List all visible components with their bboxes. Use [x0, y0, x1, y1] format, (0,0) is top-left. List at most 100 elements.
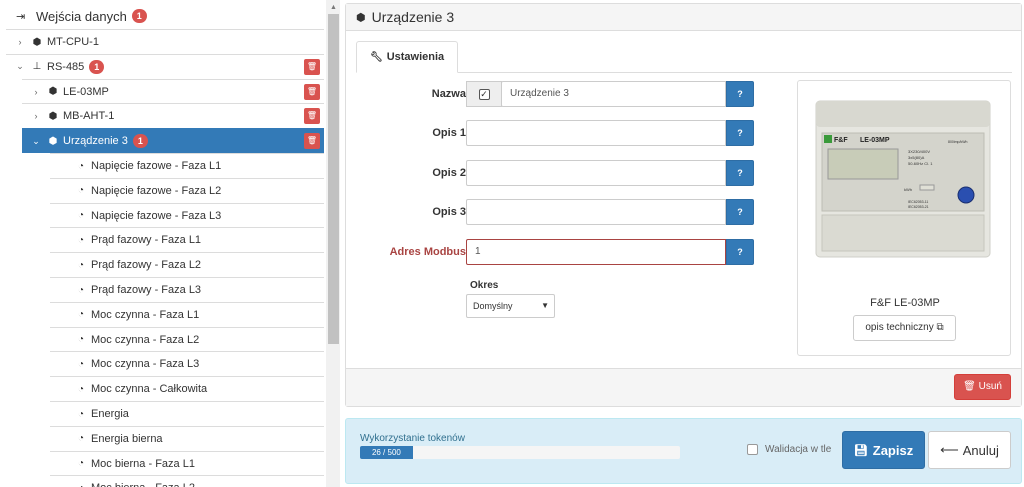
tree-item-label: Energia bierna — [91, 432, 163, 445]
cube-icon: ⬢ — [356, 11, 366, 24]
trash-icon[interactable]: 🗑︎ — [304, 133, 320, 150]
trash-icon: 🗑︎ — [963, 381, 976, 392]
meter-brand: F&F — [834, 137, 848, 144]
delete-device-label: Usuń — [978, 381, 1002, 392]
tree-item-label: RS-485 — [47, 60, 85, 73]
device-image-card: F&F LE-03MP 3X230/400V 3x5(80)A 50-60Hz … — [797, 80, 1011, 356]
tab-ustawienia-label: Ustawienia — [386, 51, 445, 63]
trash-icon[interactable]: 🗑︎ — [304, 83, 320, 100]
meter-unit: kWh — [904, 187, 912, 192]
field-row-opis-3: Opis 3 ? — [346, 199, 766, 225]
chevron-down-icon[interactable]: ⌄ — [14, 61, 26, 72]
tree-item-label: Prąd fazowy - Faza L1 — [91, 234, 202, 247]
delete-device-button[interactable]: 🗑︎ Usuń — [954, 374, 1011, 400]
nazwa-help-button[interactable]: ? — [726, 81, 754, 107]
adres-modbus-help-button[interactable]: ? — [726, 239, 754, 265]
tree-item[interactable]: ◔ Prąd fazowy - Faza L1 — [50, 227, 324, 253]
tree-item-label: Moc czynna - Faza L2 — [91, 333, 200, 346]
gauge-icon: ◔ — [77, 259, 85, 271]
meter-spec-line-2: 3x5(80)A — [908, 155, 925, 160]
tree-item-label: Napięcie fazowe - Faza L2 — [91, 184, 222, 197]
tree-item[interactable]: ◔ Moc czynna - Faza L2 — [50, 326, 324, 352]
trash-icon[interactable]: 🗑︎ — [304, 58, 320, 75]
tree-item[interactable]: › ⬢ MB-AHT-1 🗑︎ — [22, 103, 324, 129]
gauge-icon: ◔ — [77, 408, 85, 420]
tab-ustawienia[interactable]: 🔧︎ Ustawienia — [356, 41, 459, 73]
tree-item-label: Moc czynna - Całkowita — [91, 383, 208, 396]
tree-item[interactable]: › ⬢ LE-03MP 🗑︎ — [22, 78, 324, 104]
cancel-button[interactable]: ⟵ Anuluj — [928, 431, 1011, 469]
save-button[interactable]: 💾︎ Zapisz — [842, 431, 925, 469]
tree-item-badge: 1 — [89, 59, 105, 74]
meter-std-line-2: IEC62053-21 — [908, 205, 929, 209]
tree-item-label: Napięcie fazowe - Faza L1 — [91, 160, 222, 172]
tree-item-label: MB-AHT-1 — [63, 110, 115, 123]
meter-spec-line-3: 50-60Hz Cl. 1 — [908, 161, 933, 166]
tree-item[interactable]: ◔ Energia bierna — [50, 425, 324, 451]
tree-item[interactable]: › ⬢ MT-CPU-1 — [6, 29, 324, 54]
tree-item-label: Prąd fazowy - Faza L2 — [91, 259, 202, 272]
tree-scroll-thumb[interactable] — [328, 14, 339, 344]
tree-item[interactable]: ◔ Napięcie fazowe - Faza L1 — [50, 153, 324, 178]
device-tree: ⇥ Wejścia danych 1 › ⬢ MT-CPU-1 ⌄ ⊥ RS-485 1 🗑︎… — [6, 0, 326, 487]
cube-icon: ⬢ — [32, 36, 42, 48]
energy-meter-image: F&F LE-03MP 3X230/400V 3x5(80)A 50-60Hz … — [815, 100, 991, 258]
chevron-right-icon[interactable]: › — [30, 111, 42, 121]
tree-item[interactable]: ⌄ ⊥ RS-485 1 🗑︎ — [6, 53, 324, 79]
sitemap-icon: ⊥ — [32, 61, 42, 73]
cube-icon: ⬢ — [48, 110, 58, 122]
spec-sheet-button-label: opis techniczny — [865, 322, 934, 333]
gauge-icon: ◔ — [77, 284, 85, 296]
tree-item[interactable]: ◔ Napięcie fazowe - Faza L3 — [50, 202, 324, 228]
validation-checkbox[interactable] — [747, 444, 758, 455]
chevron-down-icon[interactable]: ⌄ — [30, 136, 42, 147]
tree-item[interactable]: ◔ Prąd fazowy - Faza L3 — [50, 277, 324, 302]
tree-header[interactable]: ⇥ Wejścia danych 1 — [6, 4, 147, 28]
adres-modbus-input[interactable]: 1 — [466, 239, 726, 265]
field-row-opis-1: Opis 1 ? — [346, 120, 766, 146]
device-panel-footer: 🗑︎ Usuń — [346, 368, 1021, 406]
opis-1-help-button[interactable]: ? — [726, 120, 754, 146]
gauge-icon: ◔ — [77, 334, 85, 346]
scroll-up-arrow-icon[interactable]: ▲ — [330, 4, 337, 11]
gauge-icon: ◔ — [77, 185, 85, 197]
gauge-icon: ◔ — [77, 309, 85, 321]
tree-item[interactable]: ◔Moc bierna - Faza L2 — [50, 475, 324, 487]
tree-item[interactable]: ◔ Napięcie fazowe - Faza L2 — [50, 177, 324, 203]
tree-item[interactable]: ⌄ ⬢ Urządzenie 3 1 🗑︎ — [22, 128, 324, 154]
nazwa-checkbox[interactable]: ✓ — [466, 81, 502, 107]
nazwa-input[interactable]: Urządzenie 3 — [501, 81, 726, 107]
opis-3-input[interactable] — [466, 199, 726, 225]
tree-header-label: Wejścia danych — [36, 8, 127, 24]
meter-std-line-1: IEC62053-11 — [908, 200, 928, 204]
chevron-right-icon[interactable]: › — [14, 37, 26, 47]
trash-icon[interactable]: 🗑︎ — [304, 108, 320, 125]
tree-item[interactable]: ◔ Moc bierna - Faza L1 — [50, 450, 324, 476]
field-row-opis-2: Opis 2 ? — [346, 160, 766, 186]
sign-in-icon: ⇥ — [16, 10, 26, 23]
gauge-icon: ◔ — [77, 358, 85, 370]
cancel-button-label: Anuluj — [962, 442, 999, 458]
okres-select[interactable]: Domyślny ▼ — [466, 294, 555, 318]
external-link-icon: ⧉ — [936, 322, 944, 333]
field-label-opis-3: Opis 3 — [432, 206, 466, 218]
opis-1-input[interactable] — [466, 120, 726, 146]
field-label-opis-1: Opis 1 — [432, 127, 466, 139]
tree-item[interactable]: ◔ Prąd fazowy - Faza L2 — [50, 252, 324, 278]
field-label-adres-modbus: Adres Modbus — [389, 246, 466, 258]
meter-spec-line-1: 3X230/400V — [908, 149, 930, 154]
opis-2-input[interactable] — [466, 160, 726, 186]
token-usage-label: Wykorzystanie tokenów — [360, 433, 465, 444]
tree-item[interactable]: ◔ Moc czynna - Faza L3 — [50, 351, 324, 377]
field-label-nazwa: Nazwa — [431, 88, 466, 100]
gauge-icon: ◔ — [77, 458, 85, 470]
tree-item-label: Moc czynna - Faza L3 — [91, 358, 200, 371]
tree-item[interactable]: ◔ Moc czynna - Faza L1 — [50, 301, 324, 327]
gauge-icon: ◔ — [77, 234, 85, 246]
chevron-right-icon[interactable]: › — [30, 87, 42, 97]
tree-item[interactable]: ◔ Moc czynna - Całkowita — [50, 376, 324, 402]
opis-2-help-button[interactable]: ? — [726, 160, 754, 186]
spec-sheet-button[interactable]: opis techniczny ⧉ — [853, 315, 956, 341]
opis-3-help-button[interactable]: ? — [726, 199, 754, 225]
tree-item[interactable]: ◔ Energia — [50, 401, 324, 426]
